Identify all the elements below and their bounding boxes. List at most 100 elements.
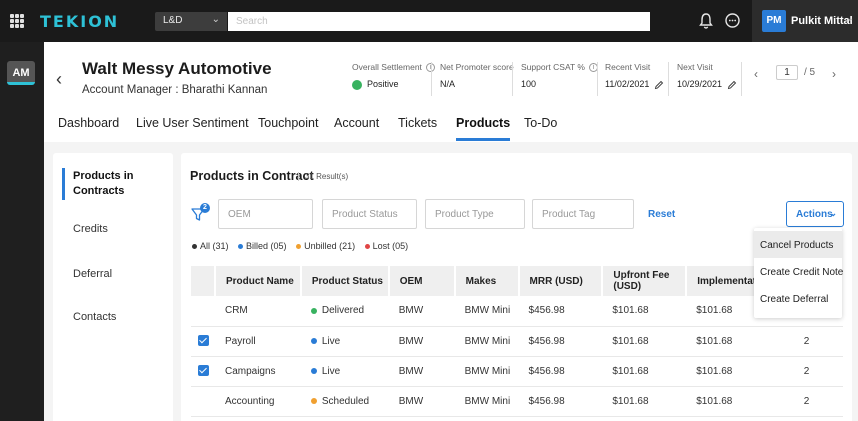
tab-to-do[interactable]: To-Do [524,116,557,130]
actions-menu: Cancel Products Create Credit Note Creat… [754,228,843,318]
oem-filter[interactable]: OEM [218,199,313,229]
product-status-filter[interactable]: Product Status [322,199,417,229]
user-menu[interactable]: PM Pulkit Mittal ⌄ [752,0,858,42]
upfront-fee-cell: $101.68 [602,386,687,417]
checkbox-checked-icon[interactable] [198,365,209,377]
header-upfront-fee[interactable]: Upfront Fee (USD) [602,266,688,296]
mrr-cell: $456.98 [518,386,603,417]
page-input[interactable]: 1 [776,65,798,80]
side-nav-credits[interactable]: Credits [73,222,163,237]
status-dot [310,367,317,374]
checkbox-checked-icon[interactable] [198,335,209,347]
chat-icon[interactable] [724,12,741,29]
header-mrr[interactable]: MRR (USD) [518,266,604,296]
product-name-cell: Accounting [214,386,301,417]
status-label: Live [321,365,341,377]
search-input[interactable] [228,12,650,31]
status-label: Scheduled [321,395,370,407]
account-name: Walt Messy Automotive [82,59,272,78]
chevron-right-icon[interactable]: › [832,67,836,81]
account-avatar[interactable]: AM [7,61,35,85]
side-nav-contacts[interactable]: Contacts [73,310,163,325]
row-checkbox [191,326,215,357]
oem-cell: BMW [388,326,455,357]
menu-item-create-credit-note[interactable]: Create Credit Note [754,258,843,285]
actions-button[interactable]: Actions ⌄ [786,201,844,227]
header-makes[interactable]: Makes [454,266,520,296]
reset-button[interactable]: Reset [648,209,675,220]
legend-all[interactable]: All (31) [192,241,229,251]
tab-tickets[interactable]: Tickets [398,116,437,130]
stat-value: Positive [367,79,399,90]
status-dot [310,307,317,314]
product-status-cell: Scheduled [300,386,389,417]
tab-dashboard[interactable]: Dashboard [58,116,119,130]
chevron-left-icon[interactable]: ‹ [754,67,758,81]
menu-item-create-deferral[interactable]: Create Deferral [754,285,842,312]
stat-sentiment: Overall Settlementi Positive [352,62,435,90]
product-tag-filter[interactable]: Product Tag [532,199,634,229]
products-table: Product Name Product Status OEM Makes MR… [191,266,844,417]
makes-cell: BMW Mini [454,296,519,327]
product-status-cell: Live [300,326,389,357]
legend-label: Lost (05) [372,241,409,251]
product-name-cell: CRM [214,296,301,327]
app-grid-icon[interactable] [10,14,24,28]
legend-label: Unbilled (21) [304,241,356,251]
header-oem[interactable]: OEM [388,266,456,296]
makes-cell: BMW Mini [454,356,519,387]
side-nav: Products in Contracts Credits Deferral C… [53,153,173,421]
table-row[interactable]: Campaigns Live BMW BMW Mini $456.98 $101.68 $1… [191,356,843,387]
product-name-cell: Payroll [214,326,301,357]
legend-unbilled[interactable]: Unbilled (21) [296,241,355,251]
tab-live-user-sentiment[interactable]: Live User Sentiment [136,116,249,130]
legend-dot [238,244,244,250]
header-select [191,266,216,296]
product-status-cell: Delivered [300,296,389,327]
tab-touchpoint[interactable]: Touchpoint [258,116,318,130]
stat-nps: Net Promoter score N/A [440,62,514,89]
account-manager: Account Manager : Bharathi Kannan [82,84,268,96]
header-product-name[interactable]: Product Name [214,266,302,296]
row-checkbox [191,386,215,417]
bell-icon[interactable] [698,12,714,30]
legend-lost[interactable]: Lost (05) [364,241,409,251]
divider [512,62,513,96]
legend-dot [192,244,197,250]
legend-billed[interactable]: Billed (05) [238,241,287,251]
row-checkbox [191,356,215,387]
divider [668,62,669,96]
top-bar: TEKION L&D ⌄ PM Pulkit Mittal ⌄ [0,0,858,42]
table-row[interactable]: Payroll Live BMW BMW Mini $456.98 $101.68 $101… [191,326,843,357]
status-dot [310,397,317,404]
count-cell: 2 [770,356,843,387]
mrr-cell: $456.98 [518,356,603,387]
tab-products[interactable]: Products [456,116,511,141]
row-checkbox [191,296,215,327]
stat-value: 10/29/2021 [677,79,723,89]
product-type-filter[interactable]: Product Type [425,199,525,229]
upfront-fee-cell: $101.68 [602,356,687,387]
brand-logo: TEKION [40,12,120,31]
pencil-icon[interactable] [654,80,664,90]
menu-item-cancel-products[interactable]: Cancel Products [754,231,842,258]
back-arrow-icon[interactable]: ‹ [56,69,62,90]
status-label: Live [321,335,341,347]
products-panel: Products in Contract 31 Result(s) 2 OEM … [181,153,852,421]
side-nav-products-in-contracts[interactable]: Products in Contracts [62,168,163,200]
implementation-cell: $101.68 [686,386,771,417]
chevron-down-icon: ⌄ [846,13,855,24]
side-nav-deferral[interactable]: Deferral [73,267,163,282]
department-select[interactable]: L&D ⌄ [155,12,227,31]
product-status-cell: Live [300,356,389,387]
chevron-down-icon: ⌄ [829,208,837,218]
pencil-icon[interactable] [727,80,737,90]
oem-cell: BMW [388,386,455,417]
stat-csat: Support CSAT % i 100 [521,62,598,89]
header-product-status[interactable]: Product Status [300,266,390,296]
table-row[interactable]: CRM Delivered BMW BMW Mini $456.98 $101.68 $10… [191,296,843,327]
legend-dot [364,244,370,250]
stat-value: N/A [440,79,456,89]
table-row[interactable]: Accounting Scheduled BMW BMW Mini $456.98 $10… [191,386,843,417]
tab-account[interactable]: Account [334,116,379,130]
